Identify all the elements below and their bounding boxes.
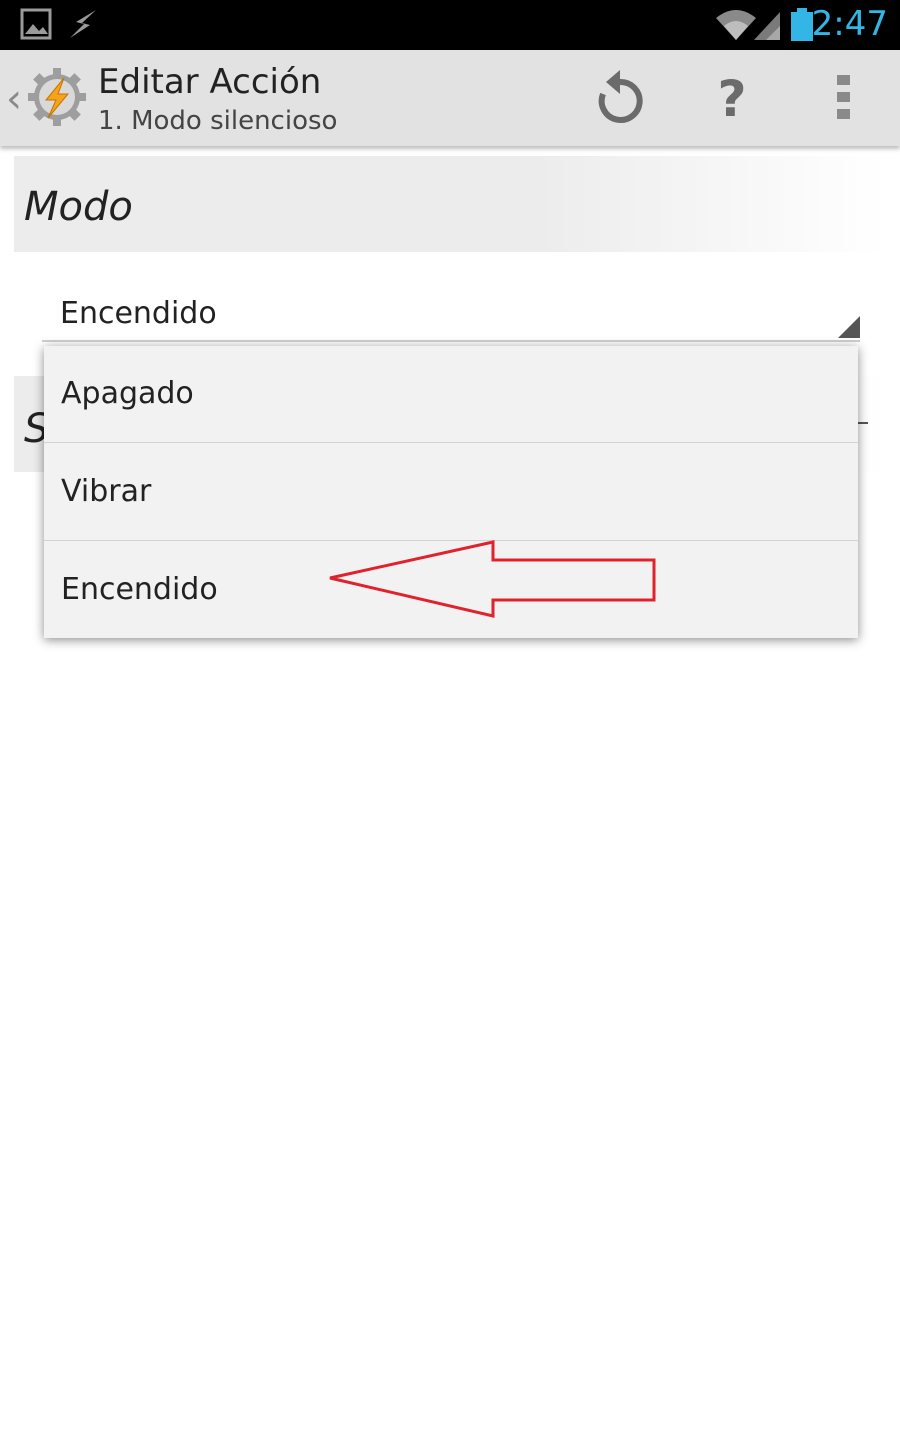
signal-icon (752, 10, 782, 46)
tasker-app-icon[interactable] (26, 66, 88, 132)
up-navigation-icon[interactable]: ‹ (6, 76, 22, 122)
section-divider (858, 422, 868, 424)
spinner-arrow-icon (838, 316, 860, 338)
mode-spinner[interactable]: Encendido (42, 282, 860, 342)
undo-icon (595, 70, 645, 128)
option-label: Apagado (61, 376, 194, 411)
option-label: Vibrar (61, 474, 152, 509)
dropdown-option-encendido[interactable]: Encendido (44, 542, 858, 638)
status-time: 2:47 (811, 4, 888, 44)
undo-button[interactable] (585, 64, 655, 134)
mode-dropdown: Apagado Vibrar Encendido (44, 346, 858, 638)
dropdown-option-vibrar[interactable]: Vibrar (44, 444, 858, 541)
overflow-menu-button[interactable] (809, 64, 879, 134)
page-subtitle: 1. Modo silencioso (98, 106, 338, 136)
battery-icon (790, 8, 814, 46)
spinner-value: Encendido (60, 296, 217, 331)
overflow-menu-icon (836, 73, 852, 125)
status-bar: 2:47 (0, 0, 900, 50)
option-label: Encendido (61, 572, 218, 607)
modo-label: Modo (24, 184, 133, 230)
help-icon: ? (717, 70, 747, 128)
action-bar: ‹ Editar Acción 1. Modo silencioso ? (0, 50, 900, 146)
page-title: Editar Acción (98, 62, 322, 102)
modo-section-header: Modo (14, 156, 886, 252)
flash-icon (66, 8, 100, 44)
help-button[interactable]: ? (697, 64, 767, 134)
dropdown-option-apagado[interactable]: Apagado (44, 346, 858, 443)
picture-icon (20, 8, 52, 44)
